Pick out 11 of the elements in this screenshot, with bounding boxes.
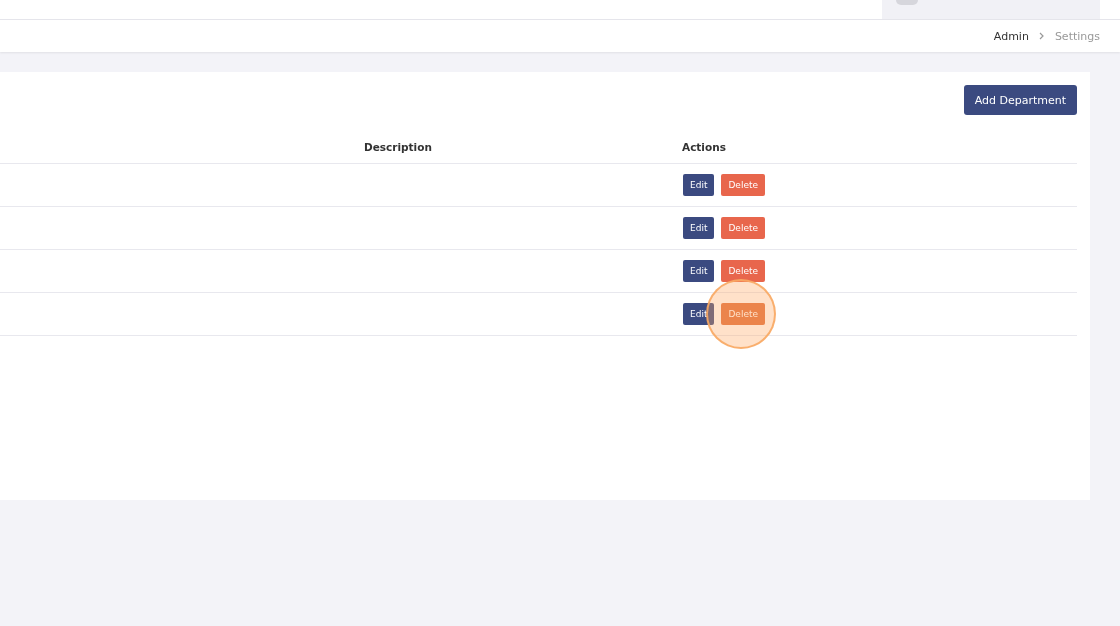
breadcrumb-item: Settings <box>1054 29 1100 43</box>
avatar-icon <box>896 0 918 5</box>
column-header: Description <box>364 140 433 153</box>
edit-button[interactable]: Edit <box>683 260 715 282</box>
chevron-icon <box>1038 32 1045 40</box>
user-chip[interactable] <box>882 0 1100 19</box>
breadcrumb-item[interactable]: Admin <box>993 29 1029 43</box>
column-header: Actions <box>682 140 726 153</box>
edit-button[interactable]: Edit <box>683 217 715 239</box>
add-department-button[interactable]: Add Department <box>963 85 1077 115</box>
edit-button[interactable]: Edit <box>683 174 715 196</box>
